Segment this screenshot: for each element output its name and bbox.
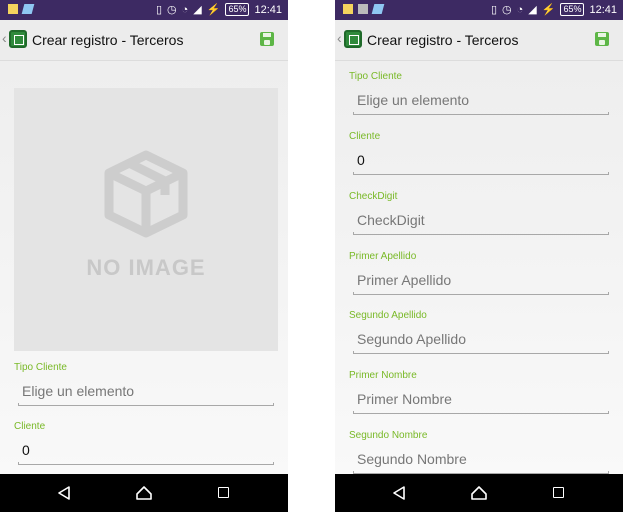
nav-back-icon[interactable]: [57, 486, 71, 500]
field-label: CheckDigit: [349, 191, 398, 202]
status-bar: ▯ ◷ ◔ ◢ ⚡ 65% 12:41: [0, 0, 288, 20]
field-cliente[interactable]: Cliente 0: [349, 131, 609, 175]
field-label: Cliente: [14, 421, 46, 432]
cliente-input[interactable]: 0: [22, 442, 274, 460]
input-underline: [353, 411, 609, 414]
back-chevron-icon[interactable]: ‹: [2, 30, 7, 46]
box-icon: [104, 150, 188, 238]
vibrate-icon: ▯: [155, 4, 163, 16]
action-bar: ‹ Crear registro - Terceros: [335, 20, 623, 61]
battery-level: 65%: [225, 3, 250, 16]
field-segundo-apellido[interactable]: Segundo Apellido Segundo Apellido: [349, 310, 609, 354]
alarm-icon: ◷: [167, 4, 177, 16]
input-underline: [353, 351, 609, 354]
input-underline: [353, 172, 609, 175]
phone-screen-right: ▯ ◷ ◔ ◢ ⚡ 65% 12:41 ‹ Crear registro - T…: [335, 0, 623, 512]
cliente-input[interactable]: 0: [357, 152, 609, 170]
form-content[interactable]: NO IMAGE Tipo Cliente Elige un elemento …: [0, 61, 288, 474]
nav-home-icon[interactable]: [471, 486, 487, 500]
wifi-icon: ◔: [516, 3, 524, 16]
segundo-apellido-input[interactable]: Segundo Apellido: [357, 331, 609, 349]
input-underline: [353, 112, 609, 115]
field-segundo-nombre[interactable]: Segundo Nombre Segundo Nombre: [349, 430, 609, 474]
charging-icon: ⚡: [206, 4, 221, 16]
signal-icon: ◢: [528, 4, 537, 16]
status-time: 12:41: [254, 3, 282, 16]
app-icon[interactable]: [9, 30, 27, 48]
navigation-bar: [0, 474, 288, 512]
status-time: 12:41: [589, 3, 617, 16]
nav-back-icon[interactable]: [392, 486, 406, 500]
save-icon[interactable]: [595, 32, 609, 46]
battery-level: 65%: [560, 3, 585, 16]
app-icon[interactable]: [344, 30, 362, 48]
nav-home-icon[interactable]: [136, 486, 152, 500]
action-bar: ‹ Crear registro - Terceros: [0, 20, 288, 61]
field-label: Primer Apellido: [349, 251, 417, 262]
field-tipo-cliente[interactable]: Tipo Cliente Elige un elemento: [349, 71, 609, 115]
checkdigit-input[interactable]: CheckDigit: [357, 212, 609, 230]
field-primer-apellido[interactable]: Primer Apellido Primer Apellido: [349, 251, 609, 295]
signal-icon: ◢: [193, 4, 202, 16]
status-bar: ▯ ◷ ◔ ◢ ⚡ 65% 12:41: [335, 0, 623, 20]
navigation-bar: [335, 474, 623, 512]
input-underline: [353, 232, 609, 235]
notification-icon: [8, 4, 18, 14]
page-title: Crear registro - Terceros: [367, 32, 519, 48]
primer-nombre-input[interactable]: Primer Nombre: [357, 391, 609, 409]
notification-icon: [358, 4, 368, 14]
field-label: Tipo Cliente: [14, 362, 67, 373]
field-label: Tipo Cliente: [349, 71, 402, 82]
field-label: Primer Nombre: [349, 370, 417, 381]
field-checkdigit[interactable]: CheckDigit CheckDigit: [349, 191, 609, 235]
vibrate-icon: ▯: [490, 4, 498, 16]
alarm-icon: ◷: [502, 4, 512, 16]
charging-icon: ⚡: [541, 4, 556, 16]
nav-recent-icon[interactable]: [553, 487, 564, 498]
save-icon[interactable]: [260, 32, 274, 46]
input-underline: [18, 403, 274, 406]
field-label: Segundo Apellido: [349, 310, 427, 321]
field-label: Segundo Nombre: [349, 430, 428, 441]
back-chevron-icon[interactable]: ‹: [337, 30, 342, 46]
field-primer-nombre[interactable]: Primer Nombre Primer Nombre: [349, 370, 609, 414]
field-label: Cliente: [349, 131, 381, 142]
input-underline: [18, 462, 274, 465]
tipo-cliente-select[interactable]: Elige un elemento: [357, 92, 609, 110]
page-title: Crear registro - Terceros: [32, 32, 184, 48]
input-underline: [353, 292, 609, 295]
tipo-cliente-select[interactable]: Elige un elemento: [22, 383, 274, 401]
field-tipo-cliente[interactable]: Tipo Cliente Elige un elemento: [14, 362, 274, 406]
form-content[interactable]: Tipo Cliente Elige un elemento Cliente 0…: [335, 61, 623, 474]
wifi-icon: ◔: [181, 3, 189, 16]
field-cliente[interactable]: Cliente 0: [14, 421, 274, 465]
primer-apellido-input[interactable]: Primer Apellido: [357, 272, 609, 290]
notification-icon: [371, 4, 385, 14]
notification-icon: [343, 4, 353, 14]
notification-icon: [21, 4, 35, 14]
no-image-text: NO IMAGE: [86, 255, 206, 280]
segundo-nombre-input[interactable]: Segundo Nombre: [357, 451, 609, 469]
nav-recent-icon[interactable]: [218, 487, 229, 498]
phone-screen-left: ▯ ◷ ◔ ◢ ⚡ 65% 12:41 ‹ Crear registro - T…: [0, 0, 288, 512]
image-placeholder[interactable]: NO IMAGE: [14, 88, 278, 351]
